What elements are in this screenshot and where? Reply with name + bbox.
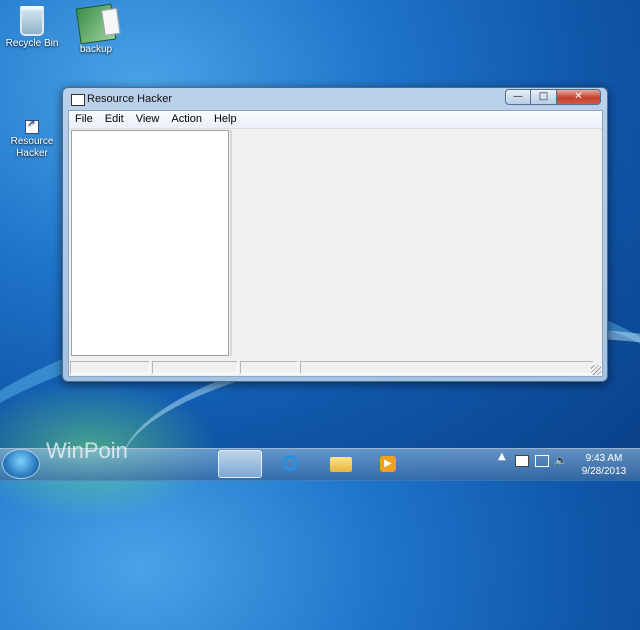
title-bar[interactable]: Resource Hacker — □ ✕ <box>63 88 607 110</box>
menu-edit[interactable]: Edit <box>99 111 130 128</box>
play-icon: ▶ <box>380 456 396 472</box>
menu-bar: File Edit View Action Help <box>69 111 602 129</box>
show-hidden-icons-button[interactable]: ▲ <box>498 451 506 462</box>
desktop-icon-resource-hacker[interactable]: Resource Hacker <box>0 118 64 160</box>
recycle-bin-icon <box>20 6 44 36</box>
registry-file-icon <box>75 3 117 45</box>
maximize-button[interactable]: □ <box>531 89 557 105</box>
desktop-icon-label: Recycle Bin <box>5 38 59 49</box>
status-pane <box>300 361 594 374</box>
taskbar-resource-hacker[interactable] <box>218 450 262 478</box>
status-pane <box>152 361 238 374</box>
taskbar-internet-explorer[interactable] <box>268 450 312 478</box>
clock[interactable]: 9:43 AM 9/28/2013 <box>574 452 634 478</box>
desktop-icon-backup[interactable]: backup <box>64 3 128 56</box>
panel-splitter[interactable] <box>230 130 232 356</box>
action-center-icon[interactable] <box>515 455 529 467</box>
client-area: File Edit View Action Help <box>68 110 603 377</box>
minimize-button[interactable]: — <box>505 89 531 105</box>
resource-hacker-window: Resource Hacker — □ ✕ File Edit View Act… <box>62 87 608 382</box>
status-bar <box>69 359 602 376</box>
shortcut-icon <box>25 118 39 134</box>
window-controls: — □ ✕ <box>505 89 601 105</box>
taskbar-media-player[interactable]: ▶ <box>366 450 410 478</box>
desktop-icon-label: backup <box>79 44 113 55</box>
menu-help[interactable]: Help <box>208 111 243 128</box>
close-button[interactable]: ✕ <box>557 89 601 105</box>
menu-action[interactable]: Action <box>165 111 208 128</box>
menu-file[interactable]: File <box>69 111 99 128</box>
watermark: WinPoin <box>46 438 128 463</box>
clock-time: 9:43 AM <box>585 453 623 464</box>
start-button[interactable] <box>2 449 40 479</box>
app-icon <box>71 94 85 106</box>
internet-explorer-icon <box>282 455 298 471</box>
volume-icon[interactable]: 🔈 <box>554 454 568 467</box>
status-pane <box>70 361 150 374</box>
desktop-icon-recycle-bin[interactable]: Recycle Bin <box>0 6 64 50</box>
desktop-icon-label: Resource Hacker <box>10 136 54 159</box>
taskbar-explorer[interactable] <box>318 450 362 478</box>
menu-view[interactable]: View <box>130 111 166 128</box>
resize-grip[interactable] <box>591 365 601 375</box>
resource-tree-panel[interactable] <box>71 130 229 356</box>
folder-icon <box>330 457 352 472</box>
status-pane <box>240 361 298 374</box>
network-icon[interactable] <box>535 455 549 467</box>
window-title: Resource Hacker <box>87 93 172 105</box>
clock-date: 9/28/2013 <box>581 466 627 477</box>
